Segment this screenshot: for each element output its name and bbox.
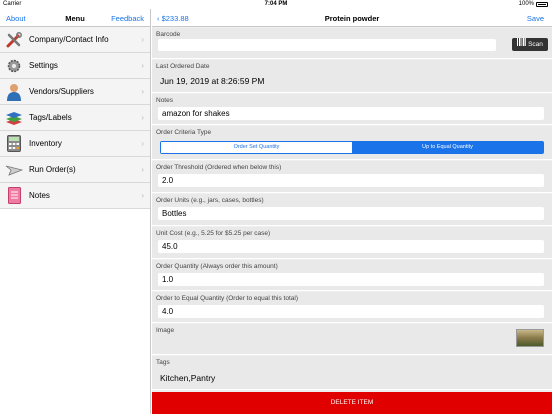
last-ordered-label: Last Ordered Date [156, 63, 210, 70]
menu-item-tags-labels[interactable]: Tags/Labels › [0, 105, 150, 131]
unit-cost-label: Unit Cost (e.g., 5.25 for $5.25 per case… [156, 230, 271, 237]
segment-order-set-quantity[interactable]: Order Set Quantity [161, 142, 352, 153]
item-detail-pane: ‹ $233.88 Protein powder Save Barcode Sc… [152, 9, 552, 414]
menu-pane: About Menu Feedback Company/Contact Info… [0, 9, 151, 414]
unit-cost-section: Unit Cost (e.g., 5.25 for $5.25 per case… [152, 227, 552, 259]
chevron-right-icon: › [141, 87, 144, 96]
menu-nav-bar: About Menu Feedback [0, 9, 150, 27]
equal-quantity-label: Order to Equal Quantity (Order to equal … [156, 295, 298, 302]
image-section: Image [152, 324, 552, 355]
menu-item-label: Vendors/Suppliers [29, 87, 94, 96]
menu-item-label: Tags/Labels [29, 113, 72, 122]
notes-field[interactable]: amazon for shakes [158, 107, 544, 120]
save-button[interactable]: Save [527, 14, 544, 23]
image-label: Image [156, 327, 175, 334]
order-criteria-control: Order Set Quantity Up to Equal Quantity [160, 141, 544, 154]
plane-icon [5, 161, 23, 179]
equal-quantity-field[interactable]: 4.0 [158, 305, 544, 318]
status-time: 7:04 PM [264, 1, 288, 7]
battery-indicator: 100% [519, 0, 548, 9]
units-label: Order Units (e.g., jars, cases, bottles) [156, 197, 264, 204]
person-icon [5, 83, 23, 101]
item-image-thumbnail[interactable] [516, 329, 544, 347]
battery-percent: 100% [518, 1, 534, 7]
last-ordered-value: Jun 19, 2019 at 8:26:59 PM [160, 76, 265, 86]
delete-item-button[interactable]: DELETE ITEM [152, 392, 552, 414]
menu-item-inventory[interactable]: Inventory › [0, 131, 150, 157]
menu-item-run-orders[interactable]: Run Order(s) › [0, 157, 150, 183]
barcode-input[interactable] [158, 39, 496, 51]
notes-section: Notes amazon for shakes [152, 94, 552, 125]
battery-icon [536, 2, 548, 7]
gear-icon [5, 57, 23, 75]
barcode-icon [517, 38, 527, 51]
menu-item-vendors-suppliers[interactable]: Vendors/Suppliers › [0, 79, 150, 105]
order-criteria-label: Order Criteria Type [156, 129, 212, 136]
chevron-right-icon: › [141, 191, 144, 200]
equal-quantity-section: Order to Equal Quantity (Order to equal … [152, 292, 552, 323]
item-title: Protein powder [324, 14, 380, 23]
tags-value[interactable]: Kitchen,Pantry [160, 373, 215, 383]
units-field[interactable]: Bottles [158, 207, 544, 220]
threshold-section: Order Threshold (Ordered when below this… [152, 161, 552, 193]
tools-icon [5, 31, 23, 49]
threshold-field[interactable]: 2.0 [158, 174, 544, 187]
unit-cost-field[interactable]: 45.0 [158, 240, 544, 253]
order-criteria-section: Order Criteria Type Order Set Quantity U… [152, 126, 552, 160]
barcode-label: Barcode [156, 31, 181, 38]
status-bar: Carrier 7:04 PM 100% [0, 0, 552, 9]
notes-icon [5, 187, 23, 205]
last-ordered-section: Last Ordered Date Jun 19, 2019 at 8:26:5… [152, 60, 552, 93]
chevron-right-icon: › [141, 165, 144, 174]
menu-item-label: Inventory [29, 139, 62, 148]
detail-nav-bar: ‹ $233.88 Protein powder Save [152, 9, 552, 27]
chevron-right-icon: › [141, 35, 144, 44]
order-quantity-section: Order Quantity (Always order this amount… [152, 260, 552, 291]
segment-up-to-equal-quantity[interactable]: Up to Equal Quantity [352, 142, 543, 153]
order-quantity-label: Order Quantity (Always order this amount… [156, 263, 278, 270]
menu-item-label: Run Order(s) [29, 165, 76, 174]
tags-label: Tags [156, 359, 170, 366]
tags-section: Tags Kitchen,Pantry [152, 356, 552, 390]
chevron-right-icon: › [141, 113, 144, 122]
calculator-icon [5, 135, 23, 153]
menu-item-label: Settings [29, 61, 58, 70]
menu-list: Company/Contact Info › Settings › Vendor… [0, 27, 150, 209]
feedback-button[interactable]: Feedback [111, 14, 144, 23]
menu-item-notes[interactable]: Notes › [0, 183, 150, 209]
chevron-right-icon: › [141, 61, 144, 70]
menu-item-label: Company/Contact Info [29, 35, 109, 44]
menu-item-settings[interactable]: Settings › [0, 53, 150, 79]
menu-item-company-contact-info[interactable]: Company/Contact Info › [0, 27, 150, 53]
scan-label: Scan [528, 41, 543, 48]
order-quantity-field[interactable]: 1.0 [158, 273, 544, 286]
menu-item-label: Notes [29, 191, 50, 200]
barcode-section: Barcode Scan [152, 28, 552, 59]
notes-label: Notes [156, 97, 173, 104]
threshold-label: Order Threshold (Ordered when below this… [156, 164, 282, 171]
chevron-right-icon: › [141, 139, 144, 148]
layers-icon [5, 109, 23, 127]
units-section: Order Units (e.g., jars, cases, bottles)… [152, 194, 552, 226]
scan-button[interactable]: Scan [512, 38, 548, 51]
